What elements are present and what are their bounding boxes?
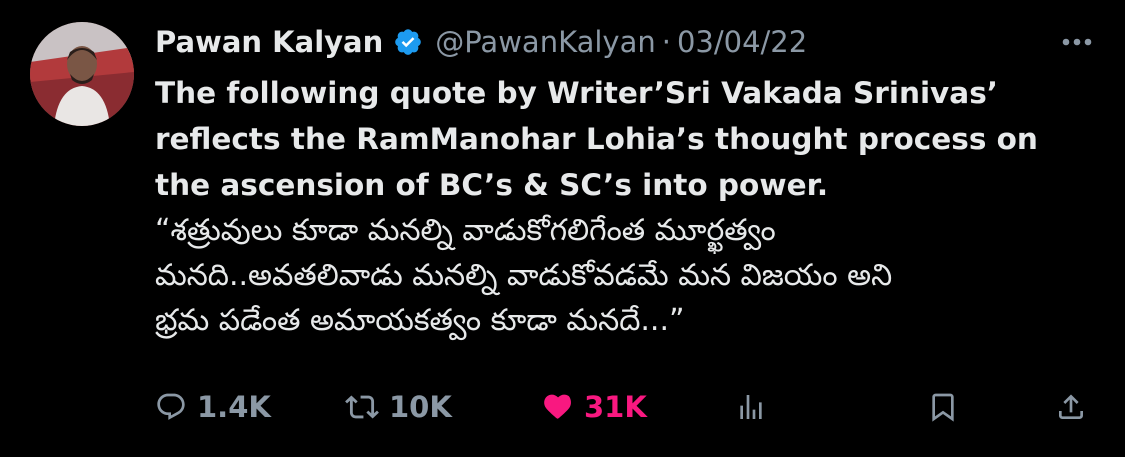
share-icon: [1055, 390, 1087, 424]
retweet-button[interactable]: 10K: [345, 390, 452, 424]
tweet[interactable]: Pawan Kalyan @PawanKalyan · 03/04/22 The…: [0, 0, 1125, 457]
reply-count: 1.4K: [197, 390, 271, 424]
retweet-icon: [345, 390, 379, 424]
author-handle[interactable]: @PawanKalyan: [435, 25, 655, 59]
tweet-date[interactable]: 03/04/22: [677, 25, 807, 59]
bookmark-icon: [927, 390, 959, 424]
action-bar: 1.4K 10K 31K: [155, 383, 1085, 431]
views-button[interactable]: [735, 391, 767, 423]
like-count: 31K: [584, 390, 647, 424]
tweet-english-text: The following quote by Writer’Sri Vakada…: [155, 76, 1038, 202]
tweet-header: Pawan Kalyan @PawanKalyan · 03/04/22: [155, 20, 1095, 64]
views-icon: [735, 391, 767, 423]
avatar[interactable]: [30, 22, 134, 126]
author-name[interactable]: Pawan Kalyan: [155, 25, 383, 59]
tweet-telugu-quote: “శత్రువులు కూడా మనల్ని వాడుకోగలిగేంత మూర…: [155, 213, 893, 338]
reply-icon: [155, 391, 187, 423]
tweet-text: The following quote by Writer’Sri Vakada…: [155, 70, 1105, 343]
share-button[interactable]: [1055, 390, 1087, 424]
bookmark-button[interactable]: [927, 390, 959, 424]
retweet-count: 10K: [389, 390, 452, 424]
verified-badge-icon[interactable]: [393, 27, 423, 57]
reply-button[interactable]: 1.4K: [155, 390, 271, 424]
more-icon[interactable]: [1057, 20, 1097, 64]
header-separator: ·: [661, 25, 671, 59]
heart-icon: [540, 391, 574, 423]
like-button[interactable]: 31K: [540, 390, 647, 424]
